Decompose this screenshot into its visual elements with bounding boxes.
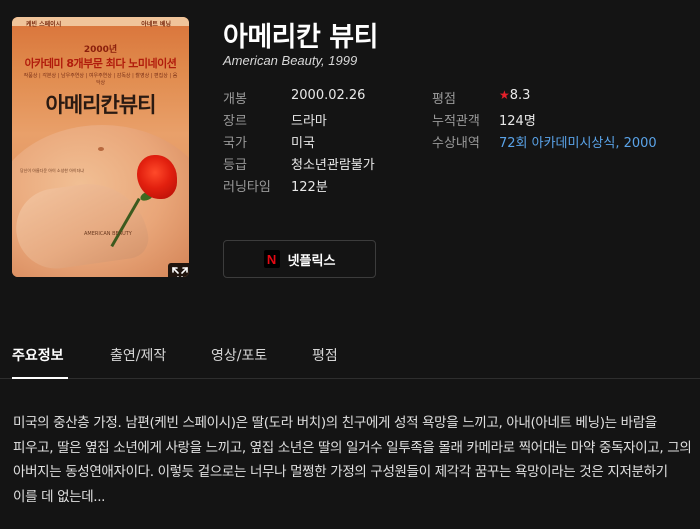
- poster-award-banner: 아카데미 8개부문 최다 노미네이션: [24, 57, 177, 70]
- detail-tabs: 주요정보 출연/제작 영상/포토 평점: [0, 343, 700, 379]
- tab-main-info[interactable]: 주요정보: [12, 345, 64, 365]
- movie-original-title: American Beauty, 1999: [223, 53, 358, 68]
- score-value: ★8.3: [499, 88, 530, 103]
- netflix-icon: N: [263, 250, 280, 268]
- genre-label: 장르: [223, 114, 247, 129]
- poster-title: 아메리칸뷰티: [45, 93, 157, 117]
- active-tab-indicator: [12, 377, 68, 379]
- awards-label: 수상내역: [432, 136, 480, 151]
- rating-grade-label: 등급: [223, 158, 247, 173]
- poster-nominees-line: 작품상 | 각본상 | 남우주연상 | 여우주연상 | 감독상 | 촬영상 | …: [23, 73, 178, 86]
- expand-icon: [172, 267, 188, 277]
- poster-tagline: 당신이 아름다운 아이 소성한 아이더냐: [20, 168, 84, 173]
- tab-video-photo[interactable]: 영상/포토: [211, 345, 267, 365]
- release-value: 2000.02.26: [291, 88, 366, 103]
- runtime-label: 러닝타임: [223, 180, 271, 195]
- runtime-value: 122분: [291, 180, 328, 195]
- release-label: 개봉: [223, 92, 247, 107]
- poster-actor-left: 케빈 스페이시: [26, 21, 62, 28]
- movie-title: 아메리칸 뷰티: [223, 22, 378, 53]
- tab-cast-production[interactable]: 출연/제작: [110, 345, 166, 365]
- tab-ratings[interactable]: 평점: [312, 345, 338, 365]
- country-label: 국가: [223, 136, 247, 151]
- synopsis-text: 미국의 중산층 가정. 남편(케빈 스페이시)은 딸(도라 버치)의 친구에게 …: [13, 415, 692, 505]
- country-value: 미국: [291, 136, 315, 151]
- poster-navel-art: [98, 147, 104, 151]
- movie-poster[interactable]: 케빈 스페이시 아네트 베닝 2000년 아카데미 8개부문 최다 노미네이션 …: [12, 17, 189, 277]
- netflix-watch-button[interactable]: N 넷플릭스: [223, 240, 376, 278]
- audience-label: 누적관객: [432, 114, 480, 129]
- poster-year-banner: 2000년: [83, 45, 118, 55]
- netflix-label: 넷플릭스: [287, 253, 336, 269]
- score-label: 평점: [432, 92, 456, 107]
- poster-caption: AMERICAN BEAUTY: [84, 231, 132, 237]
- awards-link[interactable]: 72회 아카데미시상식, 2000: [499, 132, 657, 151]
- genre-value: 드라마: [291, 114, 327, 129]
- expand-poster-button[interactable]: [168, 263, 189, 277]
- poster-actor-right: 아네트 베닝: [141, 21, 171, 28]
- audience-value: 124명: [499, 114, 536, 129]
- score-number: 8.3: [509, 88, 531, 103]
- star-icon: ★: [499, 88, 510, 102]
- rating-grade-value: 청소년관람불가: [291, 158, 375, 173]
